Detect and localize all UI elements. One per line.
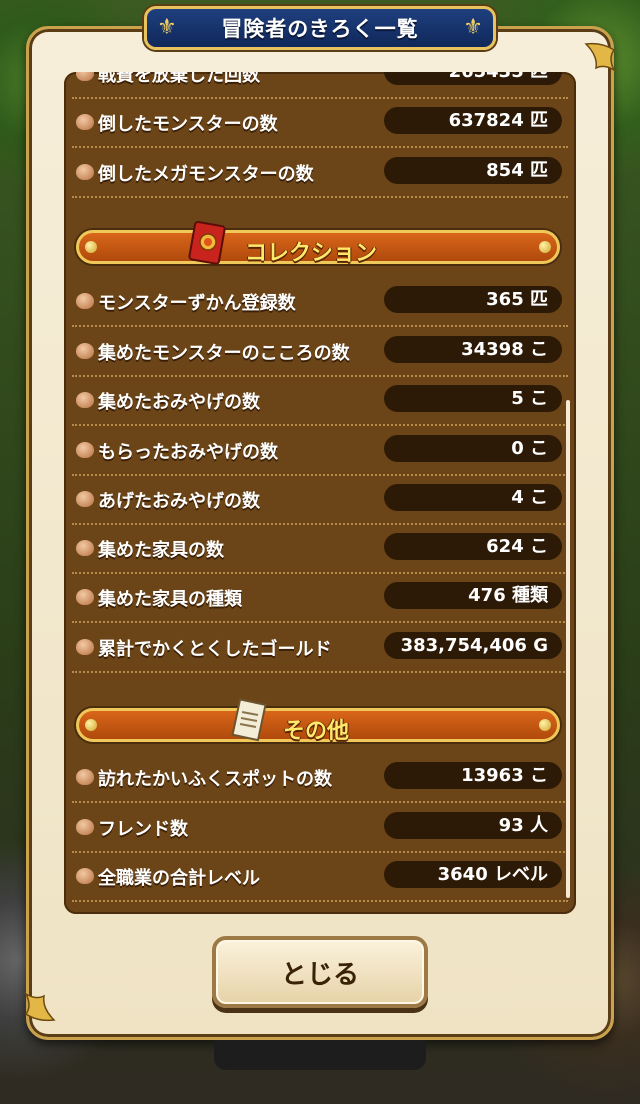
knob-icon xyxy=(539,241,551,253)
record-value: 383,754,406 G xyxy=(384,632,562,659)
record-value: 476 種類 xyxy=(384,582,562,609)
bullet-icon xyxy=(76,392,94,408)
scrollbar[interactable] xyxy=(566,400,570,898)
close-button-label: とじる xyxy=(280,959,359,990)
section-header-collection: コレクション xyxy=(76,230,560,266)
list-item: 集めた家具の数 624 こ xyxy=(72,523,568,574)
record-value: 854 匹 xyxy=(384,157,562,184)
record-label: 倒したメガモンスターの数 xyxy=(98,164,314,185)
close-button[interactable]: とじる xyxy=(212,936,428,1008)
record-label: 戦費を放棄した回数 xyxy=(98,72,260,86)
knob-icon xyxy=(85,719,97,731)
record-label: フレンド数 xyxy=(98,819,188,840)
record-label: あげたおみやげの数 xyxy=(98,491,260,512)
list-item: あげたおみやげの数 4 こ xyxy=(72,474,568,525)
bullet-icon xyxy=(76,491,94,507)
section-title: その他 xyxy=(283,719,350,744)
background-button-shadow xyxy=(214,1040,426,1070)
list-item: 累計でかくとくしたゴールド 383,754,406 G xyxy=(72,622,568,673)
fleur-icon: ⚜ xyxy=(157,15,177,40)
record-value: 265435 匹 xyxy=(384,72,562,85)
record-value: 4 こ xyxy=(384,484,562,511)
bullet-icon xyxy=(76,293,94,309)
list-item: 全職業の合計レベル 3640 レベル xyxy=(72,851,568,902)
record-value: 3640 レベル xyxy=(384,861,562,888)
record-label: モンスターずかん登録数 xyxy=(98,293,296,314)
record-label: 集めた家具の数 xyxy=(98,540,224,561)
page-title: 冒険者のきろく一覧 xyxy=(221,17,419,41)
record-value: 365 匹 xyxy=(384,286,562,313)
list-item: 集めたモンスターのこころの数 34398 こ xyxy=(72,326,568,377)
record-value: 624 こ xyxy=(384,533,562,560)
bullet-icon xyxy=(76,540,94,556)
corner-ornament-icon xyxy=(584,42,616,72)
bullet-icon xyxy=(76,639,94,655)
bullet-icon xyxy=(76,164,94,180)
list-item: 訪れたかいふくスポットの数 13963 こ xyxy=(72,752,568,803)
record-label: 倒したモンスターの数 xyxy=(98,114,278,135)
list-item: 倒したモンスターの数 637824 匹 xyxy=(72,97,568,148)
title-banner: ⚜ 冒険者のきろく一覧 ⚜ xyxy=(144,6,496,50)
bullet-icon xyxy=(76,343,94,359)
bullet-icon xyxy=(76,442,94,458)
bullet-icon xyxy=(76,819,94,835)
record-label: 訪れたかいふくスポットの数 xyxy=(98,769,332,790)
record-label: 集めたモンスターのこころの数 xyxy=(98,343,350,364)
record-label: 全職業の合計レベル xyxy=(98,868,260,889)
bullet-icon xyxy=(76,769,94,785)
record-value: 93 人 xyxy=(384,812,562,839)
red-book-icon xyxy=(188,220,226,265)
fleur-icon: ⚜ xyxy=(463,15,483,40)
record-value: 0 こ xyxy=(384,435,562,462)
list-item: 集めたおみやげの数 5 こ xyxy=(72,375,568,426)
knob-icon xyxy=(85,241,97,253)
bullet-icon xyxy=(76,114,94,130)
list-item: 戦費を放棄した回数 265435 匹 xyxy=(72,72,568,99)
list-item: 集めた家具の種類 476 種類 xyxy=(72,572,568,623)
record-label: 集めた家具の種類 xyxy=(98,589,242,610)
record-value: 637824 匹 xyxy=(384,107,562,134)
bullet-icon xyxy=(76,72,94,81)
record-label: 累計でかくとくしたゴールド xyxy=(98,639,332,660)
list-item: モンスターずかん登録数 365 匹 xyxy=(72,276,568,327)
records-list[interactable]: 戦費を放棄した回数 265435 匹 倒したモンスターの数 637824 匹 倒… xyxy=(64,72,576,914)
knob-icon xyxy=(539,719,551,731)
record-value: 13963 こ xyxy=(384,762,562,789)
list-item: もらったおみやげの数 0 こ xyxy=(72,425,568,476)
list-item: フレンド数 93 人 xyxy=(72,802,568,853)
bullet-icon xyxy=(76,868,94,884)
bullet-icon xyxy=(76,589,94,605)
list-item: 倒したメガモンスターの数 854 匹 xyxy=(72,147,568,198)
scroll-paper-icon xyxy=(231,698,267,742)
record-label: 集めたおみやげの数 xyxy=(98,392,260,413)
corner-ornament-icon xyxy=(24,992,56,1022)
record-label: もらったおみやげの数 xyxy=(98,442,278,463)
section-header-other: その他 xyxy=(76,708,560,744)
record-value: 34398 こ xyxy=(384,336,562,363)
record-value: 5 こ xyxy=(384,385,562,412)
section-title: コレクション xyxy=(245,241,378,266)
